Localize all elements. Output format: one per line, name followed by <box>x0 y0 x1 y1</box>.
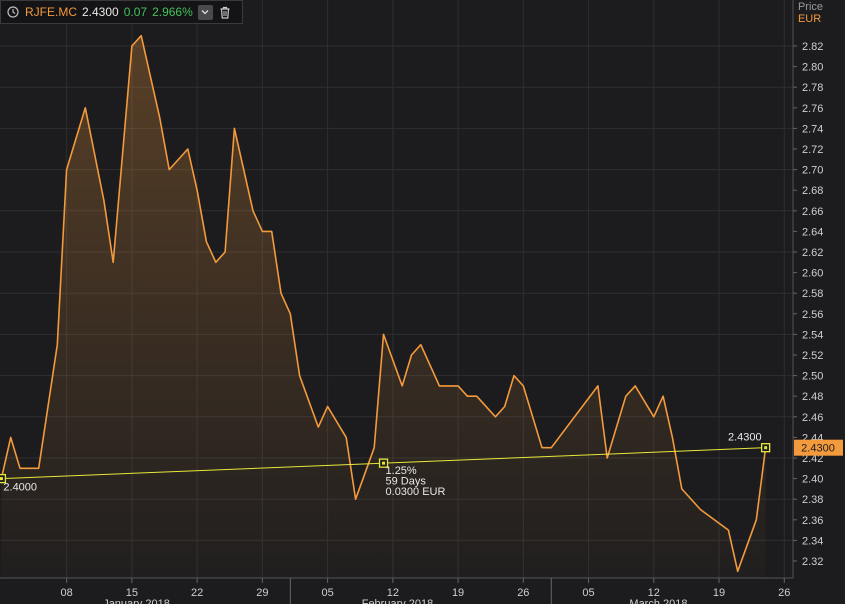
y-tick-label: 2.60 <box>802 268 823 280</box>
x-axis: 08 15 22 29 05 12 19 26 05 12 19 26January 2018 Febr… <box>0 577 793 604</box>
x-tick-label: 19 <box>713 587 725 599</box>
y-tick-label: 2.66 <box>802 206 823 218</box>
x-tick-label: 26 <box>778 587 790 599</box>
price-axis-header: Price EUR <box>798 1 823 25</box>
last-price: 2.4300 <box>82 5 119 19</box>
y-tick-label: 2.32 <box>802 556 823 568</box>
currency-label: EUR <box>797 13 822 25</box>
change-percent: 2.966% <box>152 5 193 19</box>
trash-icon[interactable] <box>218 5 233 20</box>
x-tick-label: 08 <box>61 587 73 599</box>
x-tick-label: 19 <box>452 587 464 599</box>
change-value: 0.07 <box>123 5 148 19</box>
trend-start-label: 2.4000 <box>3 482 37 494</box>
trendline-start-handle-dot <box>0 477 3 481</box>
x-tick-label: 26 <box>517 587 529 599</box>
y-tick-label: 2.82 <box>802 41 823 53</box>
month-label: January 2018 <box>103 598 170 604</box>
y-tick-label: 2.38 <box>802 494 823 506</box>
y-tick-label: 2.56 <box>802 309 823 321</box>
y-tick-label: 2.80 <box>802 62 823 74</box>
y-tick-label: 2.36 <box>802 515 823 527</box>
symbol-toolbar: RJFE.MC 2.4300 0.07 2.966% <box>0 0 243 24</box>
clock-icon[interactable] <box>5 5 20 20</box>
month-label: March 2018 <box>629 598 687 604</box>
y-tick-label: 2.52 <box>802 350 823 362</box>
y-tick-label: 2.64 <box>802 226 823 238</box>
month-label: February 2018 <box>362 598 434 604</box>
price-chart[interactable]: 2.40002.43001.25%59 Days0.0300 EUR 2.322… <box>0 0 845 604</box>
y-tick-label: 2.70 <box>802 165 823 177</box>
y-tick-label: 2.62 <box>802 247 823 259</box>
y-tick-label: 2.48 <box>802 391 823 403</box>
trend-change-label: 0.0300 EUR <box>386 486 446 498</box>
symbol-label[interactable]: RJFE.MC <box>25 5 77 19</box>
y-tick-label: 2.76 <box>802 103 823 115</box>
x-tick-label: 05 <box>582 587 594 599</box>
x-tick-label: 05 <box>321 587 333 599</box>
y-tick-label: 2.78 <box>802 82 823 94</box>
chevron-down-icon[interactable] <box>197 4 213 20</box>
y-tick-label: 2.46 <box>802 412 823 424</box>
y-tick-label: 2.68 <box>802 185 823 197</box>
last-price-marker-label: 2.4300 <box>801 443 835 455</box>
y-tick-label: 2.34 <box>802 535 823 547</box>
y-tick-label: 2.40 <box>802 474 823 486</box>
y-tick-label: 2.54 <box>802 329 823 341</box>
y-axis: 2.322.342.362.382.402.422.442.462.482.50… <box>792 0 843 578</box>
x-tick-label: 29 <box>256 587 268 599</box>
y-tick-label: 2.72 <box>802 144 823 156</box>
price-axis-label: Price <box>797 1 823 13</box>
trendline-end-handle-dot <box>764 446 768 450</box>
y-tick-label: 2.58 <box>802 288 823 300</box>
y-tick-label: 2.74 <box>802 123 823 135</box>
x-tick-label: 22 <box>191 587 203 599</box>
y-tick-label: 2.50 <box>802 371 823 383</box>
trend-end-label: 2.4300 <box>728 432 762 444</box>
